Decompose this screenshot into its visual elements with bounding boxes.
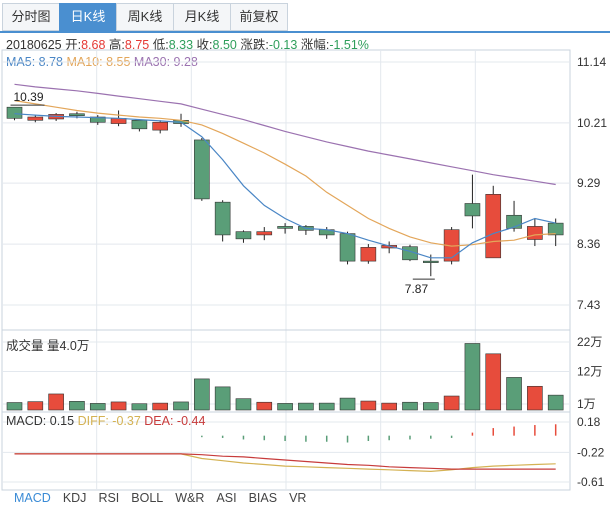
candle: [27, 115, 44, 123]
macd-legend: MACD: 0.15 DIFF: -0.37 DEA: -0.44: [6, 414, 205, 428]
macd-tick-label: 0.18: [577, 415, 601, 429]
volume-bar: [381, 402, 397, 411]
candle-body: [214, 201, 231, 236]
volume-tick-label: 22万: [577, 335, 602, 349]
indicator-rsi[interactable]: RSI: [98, 491, 119, 505]
price-tick-label: 11.14: [577, 55, 606, 69]
volume-tick-label: 12万: [577, 365, 602, 379]
volume-bar: [131, 403, 148, 411]
indicator-vr[interactable]: VR: [289, 491, 306, 505]
volume-tick-label: 1万: [577, 397, 596, 411]
dea-value: DEA: -0.44: [144, 414, 206, 428]
indicator-macd[interactable]: MACD: [14, 491, 51, 505]
kline-chart: 10.39 7.87 11.14 10.21 9.29 8.36 7.43 22万 12万 1万…: [1, 49, 607, 491]
volume-bar: [547, 394, 564, 411]
candle: [131, 118, 148, 132]
candle: [214, 200, 231, 242]
volume-bar: [298, 402, 314, 411]
volume-legend: 成交量 量4.0万: [6, 339, 90, 353]
volume-panel: [6, 343, 564, 411]
candle-body: [131, 119, 148, 130]
ma5-line: [14, 113, 556, 259]
volume-bar: [69, 401, 85, 411]
indicator-tabs: MACD KDJ RSI BOLL W&R ASI BIAS VR: [14, 491, 318, 505]
candle-body: [527, 226, 543, 240]
volume-bar: [27, 401, 44, 411]
volume-bar: [464, 343, 481, 411]
candle-body: [485, 194, 502, 259]
candle-body: [6, 106, 23, 119]
indicator-boll[interactable]: BOLL: [131, 491, 163, 505]
volume-bar: [485, 353, 502, 411]
volume-bar: [443, 395, 460, 411]
indicator-kdj[interactable]: KDJ: [63, 491, 87, 505]
ma30-line: [14, 83, 556, 186]
candle: [194, 137, 210, 201]
macd-tick-label: -0.61: [577, 475, 605, 489]
candle-body: [152, 121, 169, 131]
candle-body: [194, 139, 210, 200]
volume-bar: [506, 377, 522, 411]
volume-bar: [152, 402, 169, 411]
candle: [256, 227, 273, 241]
candle: [360, 244, 377, 264]
volume-bar: [194, 378, 210, 411]
price-tick-label: 8.36: [577, 237, 601, 251]
volume-bar: [318, 402, 335, 411]
macd-value: MACD: 0.15: [6, 414, 75, 428]
price-panel: 10.39 7.87: [6, 83, 564, 296]
candle: [277, 223, 293, 234]
volume-bar: [214, 386, 231, 411]
candle-body: [360, 247, 377, 262]
volume-bar: [527, 385, 543, 411]
candle-body: [422, 260, 439, 263]
volume-bar: [110, 401, 127, 411]
candle-body: [464, 203, 481, 217]
volume-bar: [422, 402, 439, 411]
candle-body: [27, 116, 44, 121]
dea-line: [14, 453, 556, 470]
volume-bar: [277, 403, 293, 411]
candle-body: [277, 226, 293, 229]
volume-bar: [402, 401, 418, 411]
candle: [152, 120, 169, 134]
candle-body: [256, 231, 273, 236]
candle-body: [235, 231, 252, 240]
y-axis-labels: 11.14 10.21 9.29 8.36 7.43 22万 12万 1万 0.18 -0.22 -…: [577, 55, 607, 489]
indicator-bias[interactable]: BIAS: [249, 491, 278, 505]
volume-bar: [339, 397, 356, 411]
candle: [527, 218, 543, 247]
price-tick-label: 7.43: [577, 298, 601, 312]
candle: [485, 185, 502, 259]
indicator-asi[interactable]: ASI: [216, 491, 236, 505]
candle: [339, 231, 356, 265]
indicator-wr[interactable]: W&R: [175, 491, 204, 505]
candle-body: [547, 222, 564, 236]
volume-bar: [256, 401, 273, 411]
candle: [235, 230, 252, 243]
volume-bar: [6, 402, 23, 411]
macd-tick-label: -0.22: [577, 445, 605, 459]
price-tick-label: 10.21: [577, 116, 607, 130]
volume-bar: [360, 400, 377, 411]
volume-bar: [89, 403, 106, 411]
diff-value: DIFF: -0.37: [77, 414, 141, 428]
low-annotation: 7.87: [405, 282, 429, 296]
candle-body: [506, 214, 522, 229]
candle-body: [69, 113, 85, 117]
price-tick-label: 9.29: [577, 176, 601, 190]
volume-bar: [235, 398, 252, 411]
volume-bar: [48, 393, 64, 411]
candle-body: [339, 233, 356, 262]
volume-bar: [173, 401, 189, 411]
macd-panel: [14, 424, 557, 473]
high-annotation: 10.39: [14, 90, 44, 104]
